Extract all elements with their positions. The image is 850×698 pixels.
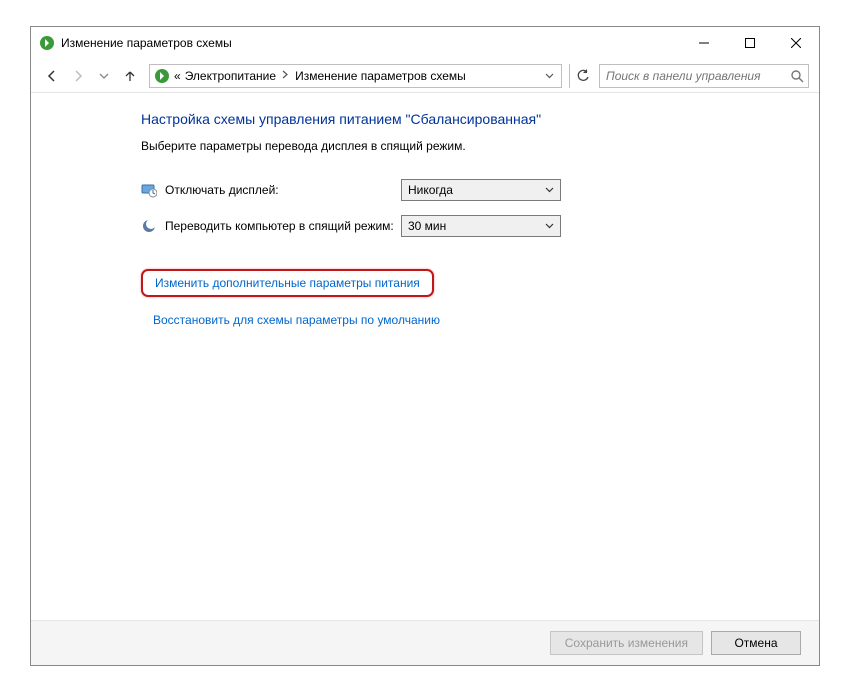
window-frame: Изменение параметров схемы (30, 26, 820, 666)
select-display-timeout[interactable]: Никогда (401, 179, 561, 201)
breadcrumb-dropdown[interactable] (542, 69, 557, 83)
address-bar: « Электропитание Изменение параметров сх… (31, 59, 819, 93)
link-advanced-power-settings[interactable]: Изменить дополнительные параметры питани… (141, 269, 434, 297)
close-button[interactable] (773, 28, 819, 58)
setting-label-sleep: Переводить компьютер в спящий режим: (165, 219, 394, 233)
display-timer-icon (141, 182, 157, 198)
maximize-button[interactable] (727, 28, 773, 58)
page-subtitle: Выберите параметры перевода дисплея в сп… (141, 139, 779, 153)
page-title: Настройка схемы управления питанием "Сба… (141, 111, 779, 127)
breadcrumb[interactable]: « Электропитание Изменение параметров сх… (149, 64, 562, 88)
power-plan-icon (154, 68, 170, 84)
content-area: Настройка схемы управления питанием "Сба… (31, 93, 819, 665)
link-restore-defaults[interactable]: Восстановить для схемы параметры по умол… (153, 313, 779, 327)
chevron-right-icon (280, 70, 291, 82)
nav-recent-dropdown[interactable] (93, 65, 115, 87)
breadcrumb-prefix: « (174, 69, 181, 83)
window-controls (681, 28, 819, 58)
power-plan-icon (39, 35, 55, 51)
chevron-down-icon (545, 183, 554, 197)
chevron-down-icon (545, 219, 554, 233)
minimize-button[interactable] (681, 28, 727, 58)
select-sleep-value: 30 мин (408, 219, 446, 233)
titlebar: Изменение параметров схемы (31, 27, 819, 59)
refresh-button[interactable] (569, 64, 595, 88)
breadcrumb-item-power[interactable]: Электропитание (185, 69, 276, 83)
titlebar-left: Изменение параметров схемы (39, 35, 232, 51)
window-title: Изменение параметров схемы (61, 36, 232, 50)
sleep-moon-icon (141, 218, 157, 234)
select-sleep-timeout[interactable]: 30 мин (401, 215, 561, 237)
setting-row-sleep: Переводить компьютер в спящий режим: 30 … (141, 215, 779, 237)
select-display-value: Никогда (408, 183, 453, 197)
nav-back-button[interactable] (41, 65, 63, 87)
links-block: Изменить дополнительные параметры питани… (141, 269, 779, 327)
setting-row-display: Отключать дисплей: Никогда (141, 179, 779, 201)
search-input[interactable] (604, 68, 790, 84)
footer-bar: Сохранить изменения Отмена (31, 620, 819, 665)
save-button: Сохранить изменения (550, 631, 703, 655)
nav-forward-button[interactable] (67, 65, 89, 87)
breadcrumb-item-edit-plan[interactable]: Изменение параметров схемы (295, 69, 466, 83)
search-icon (790, 69, 804, 83)
nav-up-button[interactable] (119, 65, 141, 87)
search-box[interactable] (599, 64, 809, 88)
setting-label-display: Отключать дисплей: (165, 183, 279, 197)
cancel-button[interactable]: Отмена (711, 631, 801, 655)
